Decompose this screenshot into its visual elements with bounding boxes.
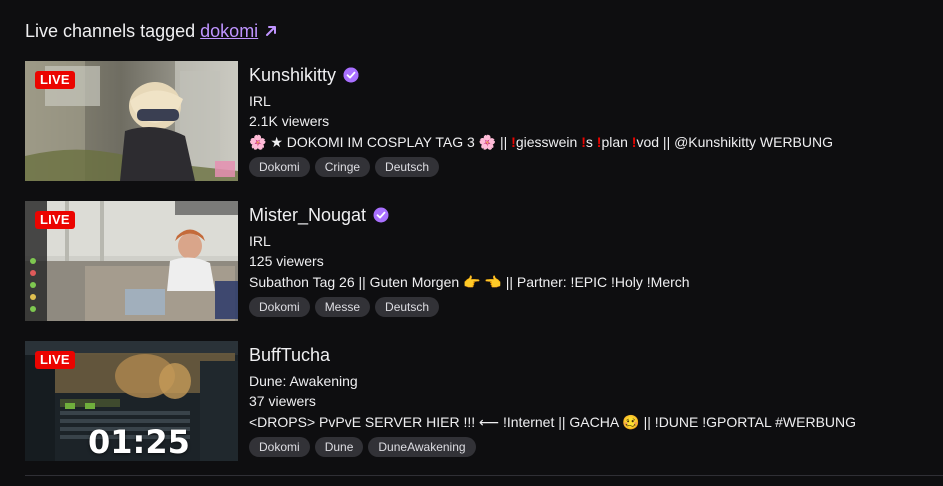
- tag-chip[interactable]: Messe: [314, 297, 371, 317]
- title-segment: 🌸 ★ DOKOMI IM COSPLAY TAG 3 🌸 ||: [249, 134, 512, 150]
- verified-badge-icon: [373, 207, 389, 223]
- live-badge: LIVE: [35, 71, 75, 89]
- live-channels-section: Live channels tagged dokomi LIVE Kunshik…: [25, 0, 943, 486]
- overlay-timer: 01:25: [88, 423, 190, 461]
- channel-row: LIVE 01:25 BuffTucha Dune: Awakening 37 …: [25, 341, 943, 461]
- tag-list: Dokomi Dune DuneAwakening: [249, 437, 939, 457]
- channel-name-link[interactable]: Kunshikitty: [249, 63, 939, 87]
- channel-name-link[interactable]: Mister_Nougat: [249, 203, 939, 227]
- tag-chip[interactable]: Deutsch: [375, 157, 440, 177]
- verified-badge-icon: [343, 67, 359, 83]
- viewer-count: 125 viewers: [249, 253, 324, 269]
- category-link[interactable]: Dune: Awakening: [249, 371, 939, 391]
- tag-chip[interactable]: Deutsch: [375, 297, 440, 317]
- channel-info: BuffTucha Dune: Awakening 37 viewers <DR…: [249, 341, 939, 457]
- tag-chip[interactable]: Dokomi: [249, 437, 310, 457]
- channel-row: LIVE Mister_Nougat IRL 125 viewers Subat…: [25, 201, 943, 321]
- channel-row: LIVE Kunshikitty IRL 2.1K viewers 🌸 ★ DO…: [25, 61, 943, 181]
- heading-prefix: Live channels tagged: [25, 21, 196, 41]
- tag-chip[interactable]: Dune: [314, 437, 364, 457]
- stream-title: Subathon Tag 26 || Guten Morgen 👉 👈 || P…: [249, 274, 690, 290]
- stream-thumbnail[interactable]: LIVE: [25, 61, 238, 181]
- channel-name: Mister_Nougat: [249, 205, 367, 225]
- tag-chip[interactable]: Cringe: [314, 157, 371, 177]
- tag-list: Dokomi Cringe Deutsch: [249, 157, 939, 177]
- stream-title: <DROPS> PvPvE SERVER HIER !!! ⟵ !Interne…: [249, 414, 857, 430]
- channel-name: BuffTucha: [249, 345, 331, 365]
- live-badge: LIVE: [35, 211, 75, 229]
- tag-chip[interactable]: Dokomi: [249, 157, 310, 177]
- channel-info: Kunshikitty IRL 2.1K viewers 🌸 ★ DOKOMI …: [249, 61, 939, 177]
- category-link[interactable]: IRL: [249, 91, 939, 111]
- tag-chip[interactable]: DuneAwakening: [368, 437, 476, 457]
- channel-name: Kunshikitty: [249, 65, 337, 85]
- stream-thumbnail[interactable]: LIVE: [25, 201, 238, 321]
- stream-thumbnail[interactable]: LIVE 01:25: [25, 341, 238, 461]
- tag-list: Dokomi Messe Deutsch: [249, 297, 939, 317]
- channel-info: Mister_Nougat IRL 125 viewers Subathon T…: [249, 201, 939, 317]
- live-badge: LIVE: [35, 351, 75, 369]
- section-heading: Live channels tagged dokomi: [25, 19, 278, 43]
- tag-link[interactable]: dokomi: [200, 21, 258, 41]
- channel-name-link[interactable]: BuffTucha: [249, 343, 939, 367]
- divider: [25, 475, 943, 476]
- category-link[interactable]: IRL: [249, 231, 939, 251]
- tag-chip[interactable]: Dokomi: [249, 297, 310, 317]
- external-arrow-icon[interactable]: [264, 24, 278, 38]
- title-segment: s: [585, 134, 597, 150]
- stream-title: 🌸 ★ DOKOMI IM COSPLAY TAG 3 🌸 || !giessw…: [249, 132, 939, 152]
- title-segment: vod || @Kunshikitty WERBUNG: [636, 134, 834, 150]
- title-segment: giesswein: [515, 134, 582, 150]
- title-segment: plan: [601, 134, 632, 150]
- viewer-count: 37 viewers: [249, 393, 316, 409]
- viewer-count: 2.1K viewers: [249, 113, 330, 129]
